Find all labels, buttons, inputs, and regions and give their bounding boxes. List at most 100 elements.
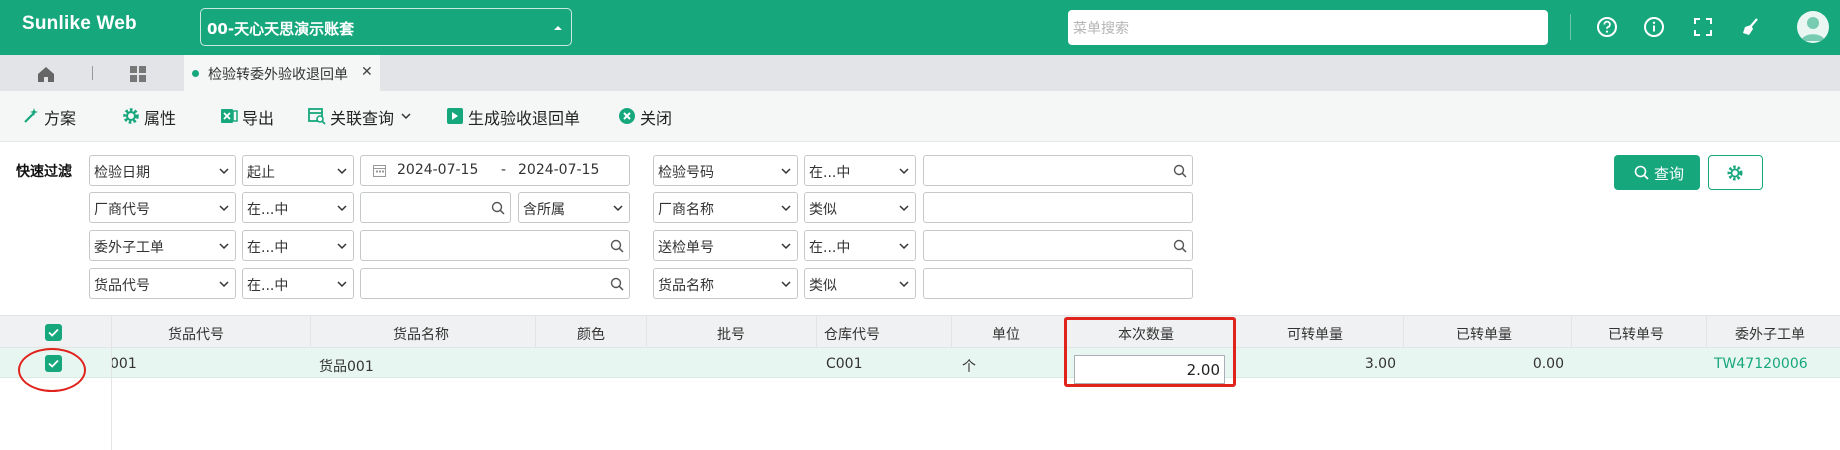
filter-operator-select[interactable]: 起止	[242, 155, 354, 186]
quick-filter-label: 快速过滤	[16, 164, 72, 180]
filter-value-input[interactable]	[923, 230, 1193, 261]
top-bar: Sunlike Web 00-天心天思演示账套 菜单搜索	[0, 0, 1840, 55]
filter-value-input[interactable]	[923, 155, 1193, 186]
query-button[interactable]: 查询	[1614, 155, 1700, 190]
account-selector[interactable]: 00-天心天思演示账套	[200, 8, 572, 46]
search-icon	[491, 201, 505, 215]
filter-field-select-2[interactable]: 厂商名称	[653, 192, 798, 223]
help-icon[interactable]	[1596, 16, 1618, 38]
check-icon	[48, 328, 59, 337]
cell-sub-order-link[interactable]: TW47120006	[1714, 356, 1808, 372]
chevron-down-icon	[781, 205, 791, 212]
filter-operator-select-2[interactable]: 在...中	[804, 230, 916, 261]
filter-operator-select-2[interactable]: 类似	[804, 192, 916, 223]
cell-avail-qty: 3.00	[1364, 356, 1396, 372]
chevron-down-icon	[337, 168, 347, 175]
col-item-name[interactable]: 货品名称	[393, 324, 449, 344]
chevron-down-icon	[781, 281, 791, 288]
chevron-down-icon	[899, 205, 909, 212]
col-converted-no[interactable]: 已转单号	[1608, 324, 1664, 344]
col-unit[interactable]: 单位	[992, 324, 1020, 344]
user-avatar[interactable]	[1797, 11, 1829, 43]
filter-operator-select[interactable]: 在...中	[242, 192, 354, 223]
filter-value-input[interactable]	[360, 230, 630, 261]
tab-label: 检验转委外验收退回单	[208, 67, 348, 83]
chevron-down-icon	[219, 281, 229, 288]
filter-operator-select-2[interactable]: 类似	[804, 268, 916, 299]
date-range-input[interactable]: 2024-07-15 - 2024-07-15	[360, 155, 630, 186]
cell-item-code: 001	[110, 356, 137, 372]
search-icon	[1634, 165, 1649, 180]
broom-icon[interactable]	[1740, 16, 1762, 38]
filter-value-input[interactable]	[923, 192, 1193, 223]
user-icon	[1801, 17, 1825, 41]
filter-field-select[interactable]: 委外子工单	[89, 230, 236, 261]
cell-warehouse: C001	[826, 356, 863, 372]
excel-icon	[221, 109, 238, 123]
menu-search-input[interactable]: 菜单搜索	[1068, 10, 1548, 45]
chevron-down-icon	[899, 243, 909, 250]
col-warehouse[interactable]: 仓库代号	[824, 324, 880, 344]
filter-value-input[interactable]	[923, 268, 1193, 299]
filter-operator-select[interactable]: 在...中	[242, 230, 354, 261]
active-tab-dot	[192, 70, 199, 77]
filter-value-input[interactable]	[360, 268, 630, 299]
tab-close-icon[interactable]: ✕	[361, 64, 373, 80]
toolbar: 方案 属性 导出 关联查询 生成验收退回单 关闭	[0, 91, 1840, 142]
chevron-down-icon	[337, 281, 347, 288]
filter-value-input[interactable]	[360, 192, 511, 223]
search-icon	[610, 239, 624, 253]
info-icon[interactable]	[1643, 16, 1665, 38]
date-to: 2024-07-15	[518, 162, 600, 178]
chevron-down-icon	[337, 205, 347, 212]
chevron-down-icon	[781, 243, 791, 250]
date-separator: -	[501, 162, 507, 178]
filter-field-select[interactable]: 货品代号	[89, 268, 236, 299]
col-color[interactable]: 颜色	[577, 324, 605, 344]
table-header: 货品代号 货品名称 颜色 批号 仓库代号 单位 本次数量 可转单量 已转单量 已…	[0, 315, 1840, 349]
chevron-down-icon	[781, 168, 791, 175]
app-logo: Sunlike Web	[22, 13, 137, 34]
chevron-down-icon	[401, 113, 411, 120]
date-from: 2024-07-15	[397, 162, 479, 178]
filter-field-select[interactable]: 厂商代号	[89, 192, 236, 223]
filter-settings-button[interactable]	[1708, 155, 1763, 190]
app-grid-icon[interactable]	[128, 64, 148, 84]
col-converted-qty[interactable]: 已转单量	[1456, 324, 1512, 344]
col-batch[interactable]: 批号	[717, 324, 745, 344]
filter-field-select[interactable]: 检验日期	[89, 155, 236, 186]
fullscreen-icon[interactable]	[1692, 16, 1714, 38]
tab-inspection-return[interactable]: 检验转委外验收退回单 ✕	[184, 55, 380, 91]
filter-field-select-2[interactable]: 送检单号	[653, 230, 798, 261]
col-avail-qty[interactable]: 可转单量	[1287, 324, 1343, 344]
filter-operator-select[interactable]: 在...中	[242, 268, 354, 299]
chevron-down-icon	[219, 243, 229, 250]
cell-converted-qty: 0.00	[1532, 356, 1564, 372]
include-sub-select[interactable]: 含所属	[518, 192, 630, 223]
chevron-down-icon	[219, 168, 229, 175]
caret-up-icon	[554, 26, 562, 30]
link-query-icon	[308, 108, 326, 125]
highlight-box	[1064, 317, 1236, 387]
search-icon	[1173, 164, 1187, 178]
col-item-code[interactable]: 货品代号	[168, 324, 224, 344]
select-all-checkbox[interactable]	[45, 324, 62, 341]
home-icon[interactable]	[36, 64, 56, 84]
chevron-down-icon	[337, 243, 347, 250]
cell-unit: 个	[962, 359, 976, 375]
filter-field-select-2[interactable]: 检验号码	[653, 155, 798, 186]
search-icon	[1173, 239, 1187, 253]
quick-filter-panel: 快速过滤 检验日期 起止 2024-07-15 - 2024-07-15 检验号…	[0, 142, 1840, 315]
filter-operator-select-2[interactable]: 在...中	[804, 155, 916, 186]
filter-field-select-2[interactable]: 货品名称	[653, 268, 798, 299]
chevron-down-icon	[899, 281, 909, 288]
table-row[interactable]	[0, 348, 1840, 378]
chevron-down-icon	[219, 205, 229, 212]
search-placeholder: 菜单搜索	[1073, 21, 1129, 37]
topbar-divider	[1570, 14, 1571, 40]
col-sub-order[interactable]: 委外子工单	[1735, 324, 1805, 344]
data-table: 货品代号 货品名称 颜色 批号 仓库代号 单位 本次数量 可转单量 已转单量 已…	[0, 315, 1840, 450]
gear-icon	[1727, 165, 1743, 181]
generate-icon	[447, 108, 463, 124]
search-icon	[610, 277, 624, 291]
